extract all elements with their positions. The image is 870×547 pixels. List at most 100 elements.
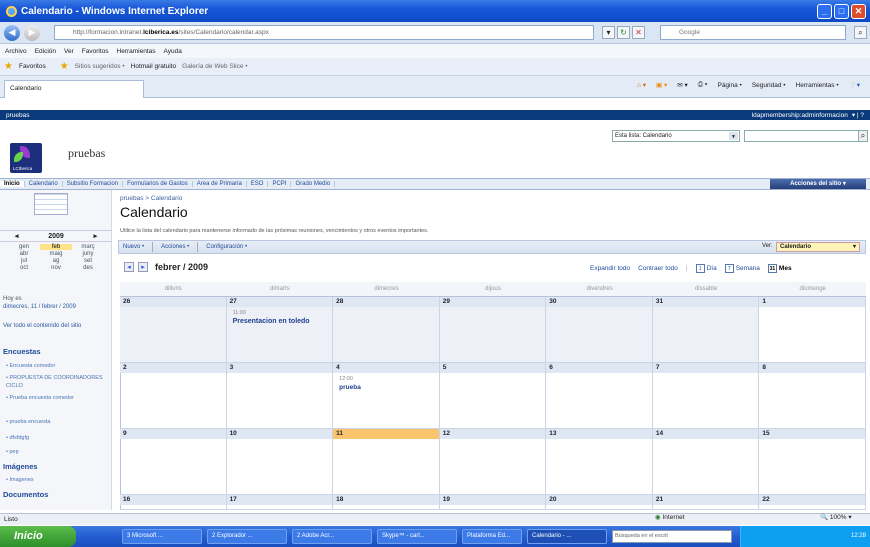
month-marc[interactable]: març (72, 244, 104, 250)
calendar-day[interactable]: 29 (439, 297, 547, 363)
desktop-search-input[interactable]: Búsqueda en el escrit (612, 530, 732, 543)
day-view-button[interactable]: 1 Día (695, 264, 717, 273)
close-button[interactable]: ✕ (851, 3, 866, 19)
event-link[interactable]: prueba (339, 384, 361, 391)
month-oct[interactable]: oct (8, 265, 40, 271)
month-abr[interactable]: abr (8, 251, 40, 257)
settings-menu[interactable]: Configuración • (206, 244, 247, 250)
menu-edicion[interactable]: Edición (35, 48, 56, 55)
security-zone[interactable]: ◉ Internet (655, 513, 685, 521)
month-maig[interactable]: maig (40, 251, 72, 257)
view-select[interactable]: Calendario ▾ (776, 242, 860, 252)
favorites-button[interactable]: Favoritos (19, 63, 46, 70)
help-icon[interactable]: ▾ | ? (852, 111, 864, 119)
site-logo[interactable]: LCIberica (10, 143, 42, 173)
month-view-button[interactable]: 31 Mes (767, 264, 792, 273)
calendar-day[interactable]: 27 11:00 Presentacion en toledo (226, 297, 334, 363)
maximize-button[interactable]: □ (834, 3, 849, 19)
calendar-day[interactable]: 4 12:00 prueba (333, 363, 440, 429)
calendar-day[interactable]: 14 (652, 429, 760, 495)
section-encuestas[interactable]: Encuestas (3, 347, 41, 356)
calendar-day[interactable]: 16 (120, 495, 227, 510)
refresh-icon[interactable]: ↻ (617, 26, 630, 39)
month-jul[interactable]: jul (8, 258, 40, 264)
nav-formularios-gastos[interactable]: Formularios de Gastos (123, 181, 193, 187)
site-actions-button[interactable]: Acciones del sitio ▾ (770, 179, 866, 189)
calendar-day[interactable]: 2 (120, 363, 227, 429)
fav-hotmail[interactable]: Hotmail gratuito (131, 63, 177, 70)
calendar-day[interactable]: 7 (652, 363, 760, 429)
event-link[interactable]: Presentacion en toledo (233, 318, 310, 325)
calendar-day[interactable]: 6 (546, 363, 653, 429)
tools-menu[interactable]: Herramientas • (796, 82, 839, 89)
sp-site-link[interactable]: pruebas (6, 112, 30, 119)
month-feb[interactable]: feb (40, 244, 72, 250)
menu-ver[interactable]: Ver (64, 48, 74, 55)
calendar-day[interactable]: 19 (439, 495, 547, 510)
prev-month-button[interactable]: ◂ (124, 262, 134, 272)
fav-web-slice[interactable]: Galería de Web Slice • (182, 63, 247, 70)
minimize-button[interactable]: _ (817, 3, 832, 19)
list-item[interactable]: • Imagenes (6, 476, 106, 484)
feeds-icon[interactable]: ▣ ▾ (656, 81, 667, 89)
fav-sitios-sugeridos[interactable]: Sitios sugeridos • (75, 63, 125, 70)
menu-favoritos[interactable]: Favoritos (82, 48, 109, 55)
actions-menu[interactable]: Acciones • (161, 244, 189, 250)
calendar-day[interactable]: 22 (759, 495, 866, 510)
week-view-button[interactable]: 7 Semana (724, 264, 760, 273)
calendar-day[interactable]: 13 (546, 429, 653, 495)
menu-archivo[interactable]: Archivo (5, 48, 27, 55)
calendar-day[interactable]: 9 (120, 429, 227, 495)
nav-area-primaria[interactable]: Area de Primaria (193, 181, 247, 187)
list-item[interactable]: • pep (6, 448, 106, 456)
calendar-day[interactable]: 1 (759, 297, 866, 363)
month-nov[interactable]: nov (40, 265, 72, 271)
nav-subsitio-formacion[interactable]: Subsitio Formacion (63, 181, 124, 187)
nav-inicio[interactable]: Inicio (0, 181, 25, 187)
month-des[interactable]: des (72, 265, 104, 271)
list-item[interactable]: • Encuesta comedor (6, 362, 106, 370)
search-icon[interactable]: ⌕ (854, 26, 867, 39)
prev-year-button[interactable]: ◂ (15, 232, 19, 240)
calendar-day[interactable]: 8 (759, 363, 866, 429)
month-set[interactable]: set (72, 258, 104, 264)
security-menu[interactable]: Seguridad • (752, 82, 786, 89)
menu-ayuda[interactable]: Ayuda (164, 48, 182, 55)
print-icon[interactable]: ⎙ ▾ (698, 81, 708, 89)
month-ag[interactable]: ag (40, 258, 72, 264)
view-all-link[interactable]: Ver todo el contenido del sitio (3, 322, 103, 330)
list-item[interactable]: • PROPUESTA DE COORDINADORES CICLO (6, 374, 106, 390)
back-button[interactable]: ◀ (4, 24, 20, 41)
search-input[interactable]: Google (660, 25, 846, 40)
calendar-day[interactable]: 5 (439, 363, 547, 429)
new-menu[interactable]: Nuevo • (123, 244, 144, 250)
month-juny[interactable]: juny (72, 251, 104, 257)
list-item[interactable]: • prueba encuesta (6, 418, 106, 426)
calendar-day[interactable]: 3 (226, 363, 334, 429)
next-month-button[interactable]: ▸ (138, 262, 148, 272)
calendar-day[interactable]: 15 (759, 429, 866, 495)
mail-icon[interactable]: ✉ ▾ (677, 81, 688, 89)
taskbar-item[interactable]: Plataforma Ed... (462, 529, 522, 544)
zoom-level[interactable]: 🔍 100% ▾ (820, 513, 852, 521)
stop-icon[interactable]: ✕ (632, 26, 645, 39)
start-button[interactable]: Inicio (0, 526, 76, 547)
menu-herramientas[interactable]: Herramientas (117, 48, 156, 55)
site-name[interactable]: pruebas (68, 146, 105, 161)
calendar-day-today[interactable]: 11 (333, 429, 440, 495)
section-documentos[interactable]: Documentos (3, 490, 48, 499)
calendar-day[interactable]: 18 (333, 495, 440, 510)
taskbar-item[interactable]: 2 Adobe Acr... (292, 529, 372, 544)
calendar-day[interactable]: 10 (226, 429, 334, 495)
page-menu[interactable]: Página • (717, 82, 741, 89)
nav-pcpi[interactable]: PCPI (268, 181, 292, 187)
calendar-day[interactable]: 12 (439, 429, 547, 495)
calendar-day[interactable]: 20 (546, 495, 653, 510)
help-icon[interactable]: ❔▾ (849, 81, 860, 89)
section-imagenes[interactable]: Imágenes (3, 462, 38, 471)
breadcrumb[interactable]: pruebas > Calendario (120, 195, 182, 202)
calendar-day[interactable]: 31 (652, 297, 760, 363)
list-item[interactable]: • dfsfdgfg (6, 434, 106, 442)
collapse-all-link[interactable]: Contraer todo (638, 265, 678, 272)
user-menu[interactable]: ldapmembership:adminformacion (752, 112, 848, 119)
